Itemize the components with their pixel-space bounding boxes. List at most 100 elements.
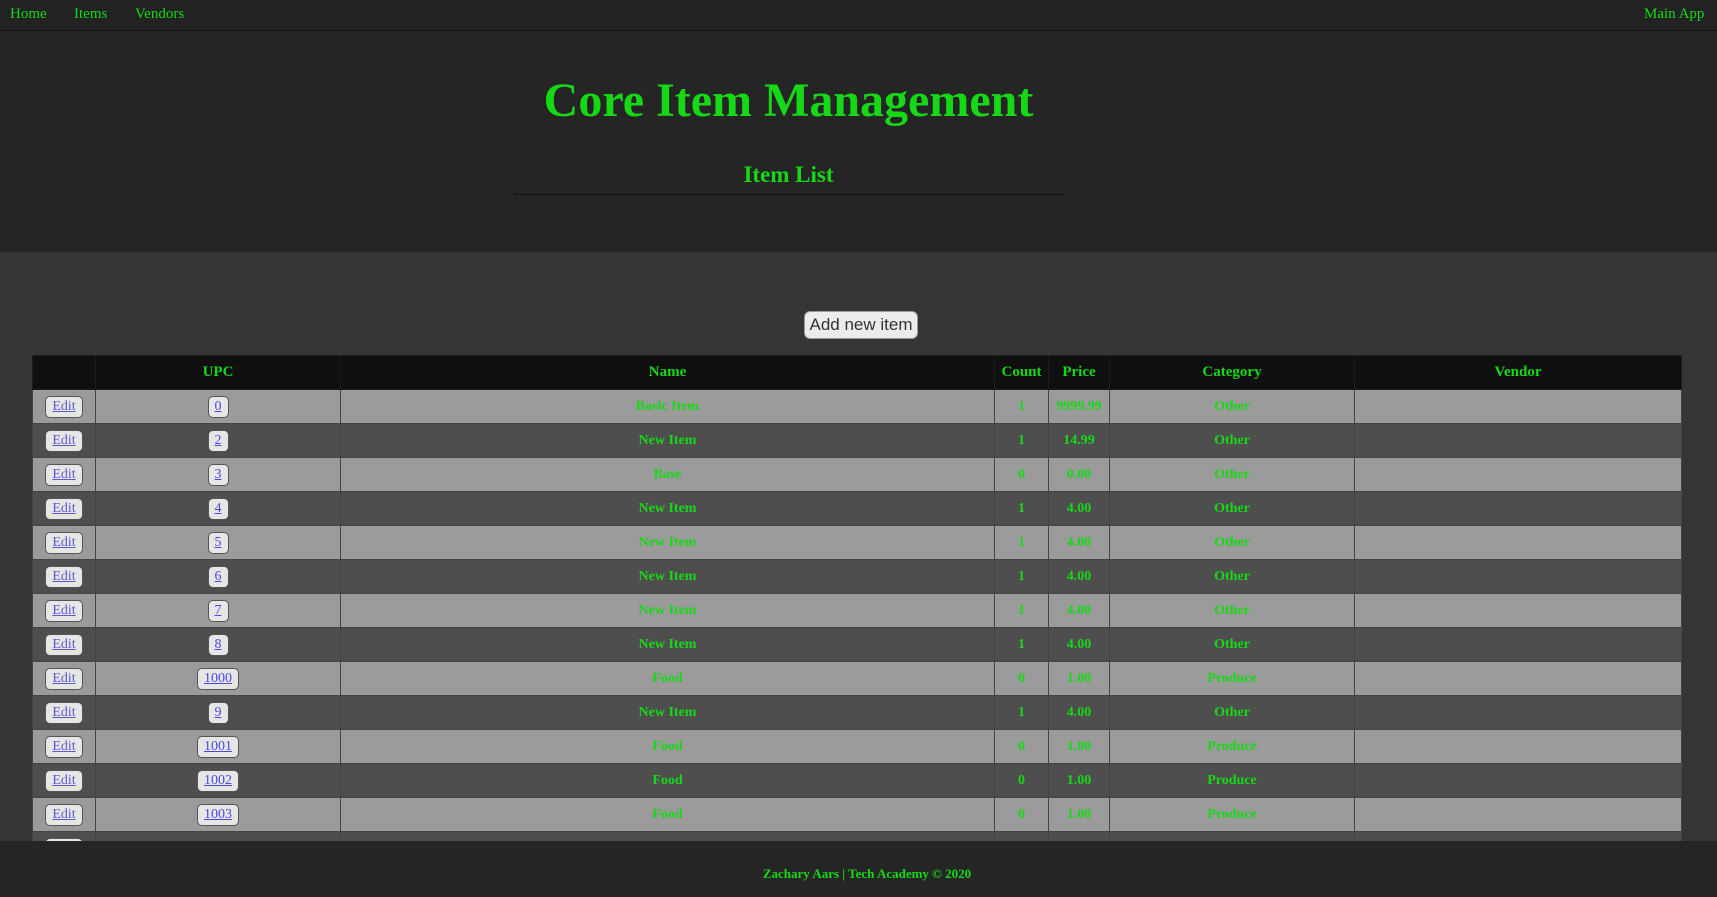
edit-cell: Edit (32, 729, 96, 764)
name-cell: Basic Item (340, 389, 995, 424)
nav-items-link[interactable]: Items (74, 6, 107, 23)
edit-cell: Edit (32, 457, 96, 492)
count-cell: 1 (994, 389, 1049, 424)
edit-button[interactable]: Edit (45, 735, 83, 758)
upc-link-button[interactable]: 1002 (197, 769, 239, 792)
upc-link-button[interactable]: 3 (207, 463, 229, 486)
column-header-name: Name (340, 355, 995, 390)
category-cell: Other (1109, 695, 1355, 730)
price-cell: 14.99 (1048, 423, 1110, 458)
vendor-cell (1354, 525, 1682, 560)
table-row: Edit 5 New Item 1 4.00 Other (32, 525, 1682, 560)
name-cell: New Item (340, 525, 995, 560)
upc-link-button[interactable]: 9 (207, 701, 229, 724)
name-cell (340, 831, 995, 841)
vendor-cell (1354, 389, 1682, 424)
edit-button[interactable]: Edit (45, 599, 83, 622)
count-cell: 1 (994, 423, 1049, 458)
upc-link-button[interactable]: 7 (207, 599, 229, 622)
edit-button[interactable]: Edit (45, 395, 83, 418)
table-row: Edit 1001 Food 0 1.00 Produce (32, 729, 1682, 764)
edit-button[interactable]: Edit (45, 463, 83, 486)
upc-cell (95, 831, 341, 841)
edit-button[interactable]: Edit (45, 701, 83, 724)
upc-link-button[interactable]: 2 (207, 429, 229, 452)
nav-main-app-link[interactable]: Main App (1644, 6, 1704, 23)
edit-cell: Edit (32, 763, 96, 798)
upc-link-button[interactable]: 1000 (197, 667, 239, 690)
table-row: Edit 1003 Food 0 1.00 Produce (32, 797, 1682, 832)
category-cell: Produce (1109, 729, 1355, 764)
name-cell: New Item (340, 423, 995, 458)
vendor-cell (1354, 661, 1682, 696)
upc-link-button[interactable]: 0 (207, 395, 229, 418)
table-row: Edit 3 Base 0 0.00 Other (32, 457, 1682, 492)
price-cell: 4.00 (1048, 593, 1110, 628)
name-cell: Food (340, 797, 995, 832)
nav-vendors-link[interactable]: Vendors (135, 6, 184, 23)
price-cell: 4.00 (1048, 491, 1110, 526)
edit-cell: Edit (32, 831, 96, 841)
column-header-vendor: Vendor (1354, 355, 1682, 390)
edit-button[interactable]: Edit (45, 633, 83, 656)
upc-link-button[interactable]: 5 (207, 531, 229, 554)
upc-link-button[interactable]: 8 (207, 633, 229, 656)
edit-cell: Edit (32, 559, 96, 594)
upc-link-button[interactable]: 1001 (197, 735, 239, 758)
upc-link-button[interactable]: 6 (207, 565, 229, 588)
category-cell: Produce (1109, 797, 1355, 832)
vendor-cell (1354, 593, 1682, 628)
upc-cell: 6 (95, 559, 341, 594)
count-cell: 0 (994, 457, 1049, 492)
category-cell: Produce (1109, 661, 1355, 696)
edit-button[interactable]: Edit (45, 769, 83, 792)
category-cell: Produce (1109, 763, 1355, 798)
page-title: Core Item Management (543, 74, 1034, 127)
category-cell: Other (1109, 491, 1355, 526)
upc-link-button[interactable]: 4 (207, 497, 229, 520)
edit-button[interactable]: Edit (45, 667, 83, 690)
upc-cell: 1003 (95, 797, 341, 832)
vendor-cell (1354, 423, 1682, 458)
table-row: Edit 0 Basic Item 1 9999.99 Other (32, 389, 1682, 424)
price-cell: 1.00 (1048, 661, 1110, 696)
column-header-price: Price (1048, 355, 1110, 390)
footer-text: Zachary Aars | Tech Academy © 2020 (762, 866, 972, 881)
upc-cell: 7 (95, 593, 341, 628)
edit-button[interactable]: Edit (45, 497, 83, 520)
count-cell: 1 (994, 695, 1049, 730)
add-new-item-button[interactable]: Add new item (804, 311, 918, 339)
page-footer: Zachary Aars | Tech Academy © 2020 (0, 841, 1717, 897)
category-cell: Other (1109, 593, 1355, 628)
edit-cell: Edit (32, 797, 96, 832)
price-cell: 1.00 (1048, 763, 1110, 798)
vendor-cell (1354, 457, 1682, 492)
table-row: Edit 2 New Item 1 14.99 Other (32, 423, 1682, 458)
name-cell: New Item (340, 491, 995, 526)
vendor-cell (1354, 491, 1682, 526)
edit-button[interactable]: Edit (45, 429, 83, 452)
upc-link-button[interactable]: 1003 (197, 803, 239, 826)
vendor-cell (1354, 695, 1682, 730)
items-table: UPC Name Count Price Category Vendor Edi… (32, 355, 1682, 841)
table-row: Edit 1002 Food 0 1.00 Produce (32, 763, 1682, 798)
edit-cell: Edit (32, 389, 96, 424)
edit-button[interactable]: Edit (45, 565, 83, 588)
table-header-row: UPC Name Count Price Category Vendor (32, 355, 1682, 390)
edit-button[interactable]: Edit (45, 803, 83, 826)
price-cell: 9999.99 (1048, 389, 1110, 424)
upc-cell: 4 (95, 491, 341, 526)
edit-button[interactable]: Edit (45, 531, 83, 554)
name-cell: New Item (340, 559, 995, 594)
name-cell: Food (340, 661, 995, 696)
column-header-category: Category (1109, 355, 1355, 390)
upc-cell: 2 (95, 423, 341, 458)
column-header-edit (32, 355, 96, 390)
nav-home-link[interactable]: Home (10, 6, 47, 23)
column-header-count: Count (994, 355, 1049, 390)
upc-cell: 1001 (95, 729, 341, 764)
price-cell (1048, 831, 1110, 841)
edit-cell: Edit (32, 525, 96, 560)
vendor-cell (1354, 627, 1682, 662)
table-row: Edit 4 New Item 1 4.00 Other (32, 491, 1682, 526)
